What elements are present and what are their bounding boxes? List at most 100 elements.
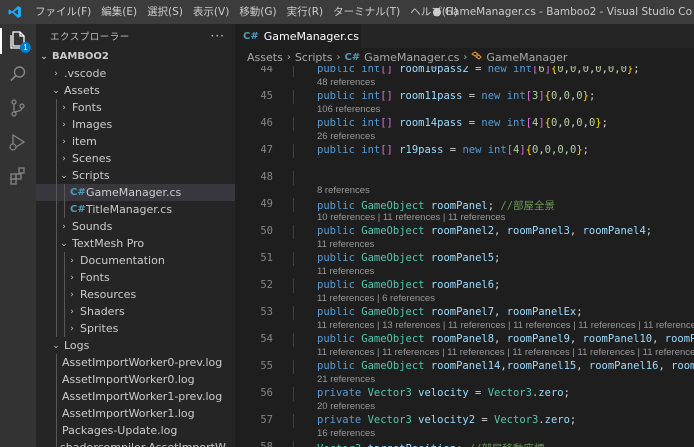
tree-folder-item[interactable]: ⌄ BAMBOO2 [36,48,235,65]
tree-file-item[interactable]: AssetImportWorker0-prev.log [36,354,235,371]
menu-item[interactable]: ターミナル(T) [328,0,405,24]
code-token: Vector3 [367,387,419,399]
code-line: 52 public GameObject roomPanel6; [235,279,694,293]
tree-folder-item[interactable]: ⌄ Assets [36,82,235,99]
code-token: roomPanel7 [430,306,495,318]
tree-file-item[interactable]: AssetImportWorker1-prev.log [36,388,235,405]
tree-item-label: Fonts [72,101,102,114]
tree-file-item[interactable]: AssetImportWorker0.log [36,371,235,388]
breadcrumb-assets[interactable]: Assets [247,51,283,64]
extensions-button[interactable] [0,160,36,194]
search-button[interactable] [0,58,36,92]
code-text: private Vector3 velocity2 = Vector3.zero… [317,414,576,426]
codelens-references[interactable]: 20 references [317,401,375,412]
line-number: 58 [260,441,273,447]
tab-gamemanager[interactable]: C# GameManager.cs [235,24,361,48]
codelens-references[interactable]: 11 references | 11 references | 11 refer… [317,347,694,358]
breadcrumb-scripts[interactable]: Scripts [295,51,333,64]
code-token: [] [380,117,400,129]
tree-folder-item[interactable]: › Resources [36,286,235,303]
indent-guide [56,354,57,371]
tab-label: GameManager.cs [263,29,359,43]
codelens-references[interactable]: 8 references [317,185,370,196]
code-token: , [494,333,507,345]
code-token: public [317,225,362,237]
codelens-references[interactable]: 21 references [317,374,375,385]
chevron-right-icon: › [70,289,74,300]
codelens-references[interactable]: 11 references | 13 references | 11 refer… [317,320,694,331]
breadcrumb-file[interactable]: GameManager.cs [364,51,459,64]
line-number: 46 [260,117,273,129]
code-token: public [317,117,362,129]
codelens-references[interactable]: 11 references [317,266,374,277]
codelens-references[interactable]: 106 references [317,104,380,115]
code-token: ; [569,414,577,426]
menu-item[interactable]: 表示(V) [188,0,234,24]
menu-item[interactable]: ファイル(F) [30,0,96,24]
explorer-button[interactable]: 1 [0,24,36,58]
menu-item[interactable]: 編集(E) [96,0,142,24]
menu-item[interactable]: 選択(S) [142,0,188,24]
tree-folder-item[interactable]: ⌄ Logs [36,337,235,354]
code-token: ; [494,279,501,291]
tree-item-label: Assets [64,84,100,97]
indent-guide [56,371,57,388]
tree-folder-item[interactable]: › Sprites [36,320,235,337]
tree-file-item[interactable]: AssetImportWorker1.log [36,405,235,422]
code-token: GameObject [361,279,431,291]
breadcrumb: Assets › Scripts › C# GameManager.cs › G… [235,48,694,66]
codelens-references[interactable]: 11 references | 6 references [317,293,435,304]
menu-item[interactable]: 実行(R) [282,0,329,24]
tree-item-label: AssetImportWorker1.log [62,407,195,420]
code-token: roomPanel14 [430,360,501,372]
tree-folder-item[interactable]: › Documentation [36,252,235,269]
indent-guide [56,218,57,235]
code-token: public [317,66,362,75]
code-token: room11pass [399,90,463,102]
tree-item-label: Sounds [72,220,113,233]
codelens-references[interactable]: 11 references [317,239,374,250]
run-debug-icon [8,132,28,155]
code-token: zero [544,414,570,426]
tree-folder-item[interactable]: › .vscode [36,65,235,82]
line-number: 51 [260,252,273,264]
codelens-references[interactable]: 48 references [317,77,375,88]
code-token: , [658,360,672,372]
tree-folder-item[interactable]: › item [36,133,235,150]
breadcrumb-class[interactable]: GameManager [486,51,567,64]
code-token: GameObject [361,360,431,372]
tree-folder-item[interactable]: ⌄ Scripts [36,167,235,184]
more-actions-icon[interactable]: ··· [211,29,225,43]
menu-item[interactable]: 移動(G) [234,0,281,24]
code-editor[interactable]: 44 public int[] room10pass2 = new int[6]{… [235,66,694,447]
tree-folder-item[interactable]: › Shaders [36,303,235,320]
tree-item-label: AssetImportWorker0.log [62,373,195,386]
tree-folder-item[interactable]: › Fonts [36,269,235,286]
codelens-references[interactable]: 16 references [317,428,375,439]
csharp-file-icon: C# [243,30,259,42]
line-number: 52 [260,279,273,291]
tree-folder-item[interactable]: › Sounds [36,218,235,235]
code-line: 44 public int[] room10pass2 = new int[6]{… [235,66,694,77]
chevron-right-icon: › [62,119,66,130]
source-control-button[interactable] [0,92,36,126]
tree-folder-item[interactable]: › Scenes [36,150,235,167]
code-token: ; [588,90,596,102]
code-token: = [468,387,488,399]
codelens-references[interactable]: 26 references [317,131,375,142]
tree-file-item[interactable]: shadercompiler-AssetImportW... [36,439,235,447]
code-token: new [481,117,507,129]
tree-file-item[interactable]: Packages-Update.log [36,422,235,439]
code-token: roomPanelEx [506,306,577,318]
code-line: 48 [235,171,694,185]
chevron-right-icon: › [70,306,74,317]
tree-folder-item[interactable]: ⌄ TextMesh Pro [36,235,235,252]
indent-guide [293,306,294,320]
tree-folder-item[interactable]: › Images [36,116,235,133]
line-number: 44 [260,66,273,75]
codelens-references[interactable]: 10 references | 11 references | 11 refer… [317,212,505,223]
tree-folder-item[interactable]: › Fonts [36,99,235,116]
run-debug-button[interactable] [0,126,36,160]
tree-file-item[interactable]: C# GameManager.cs [36,184,235,201]
tree-file-item[interactable]: C# TitleManager.cs [36,201,235,218]
